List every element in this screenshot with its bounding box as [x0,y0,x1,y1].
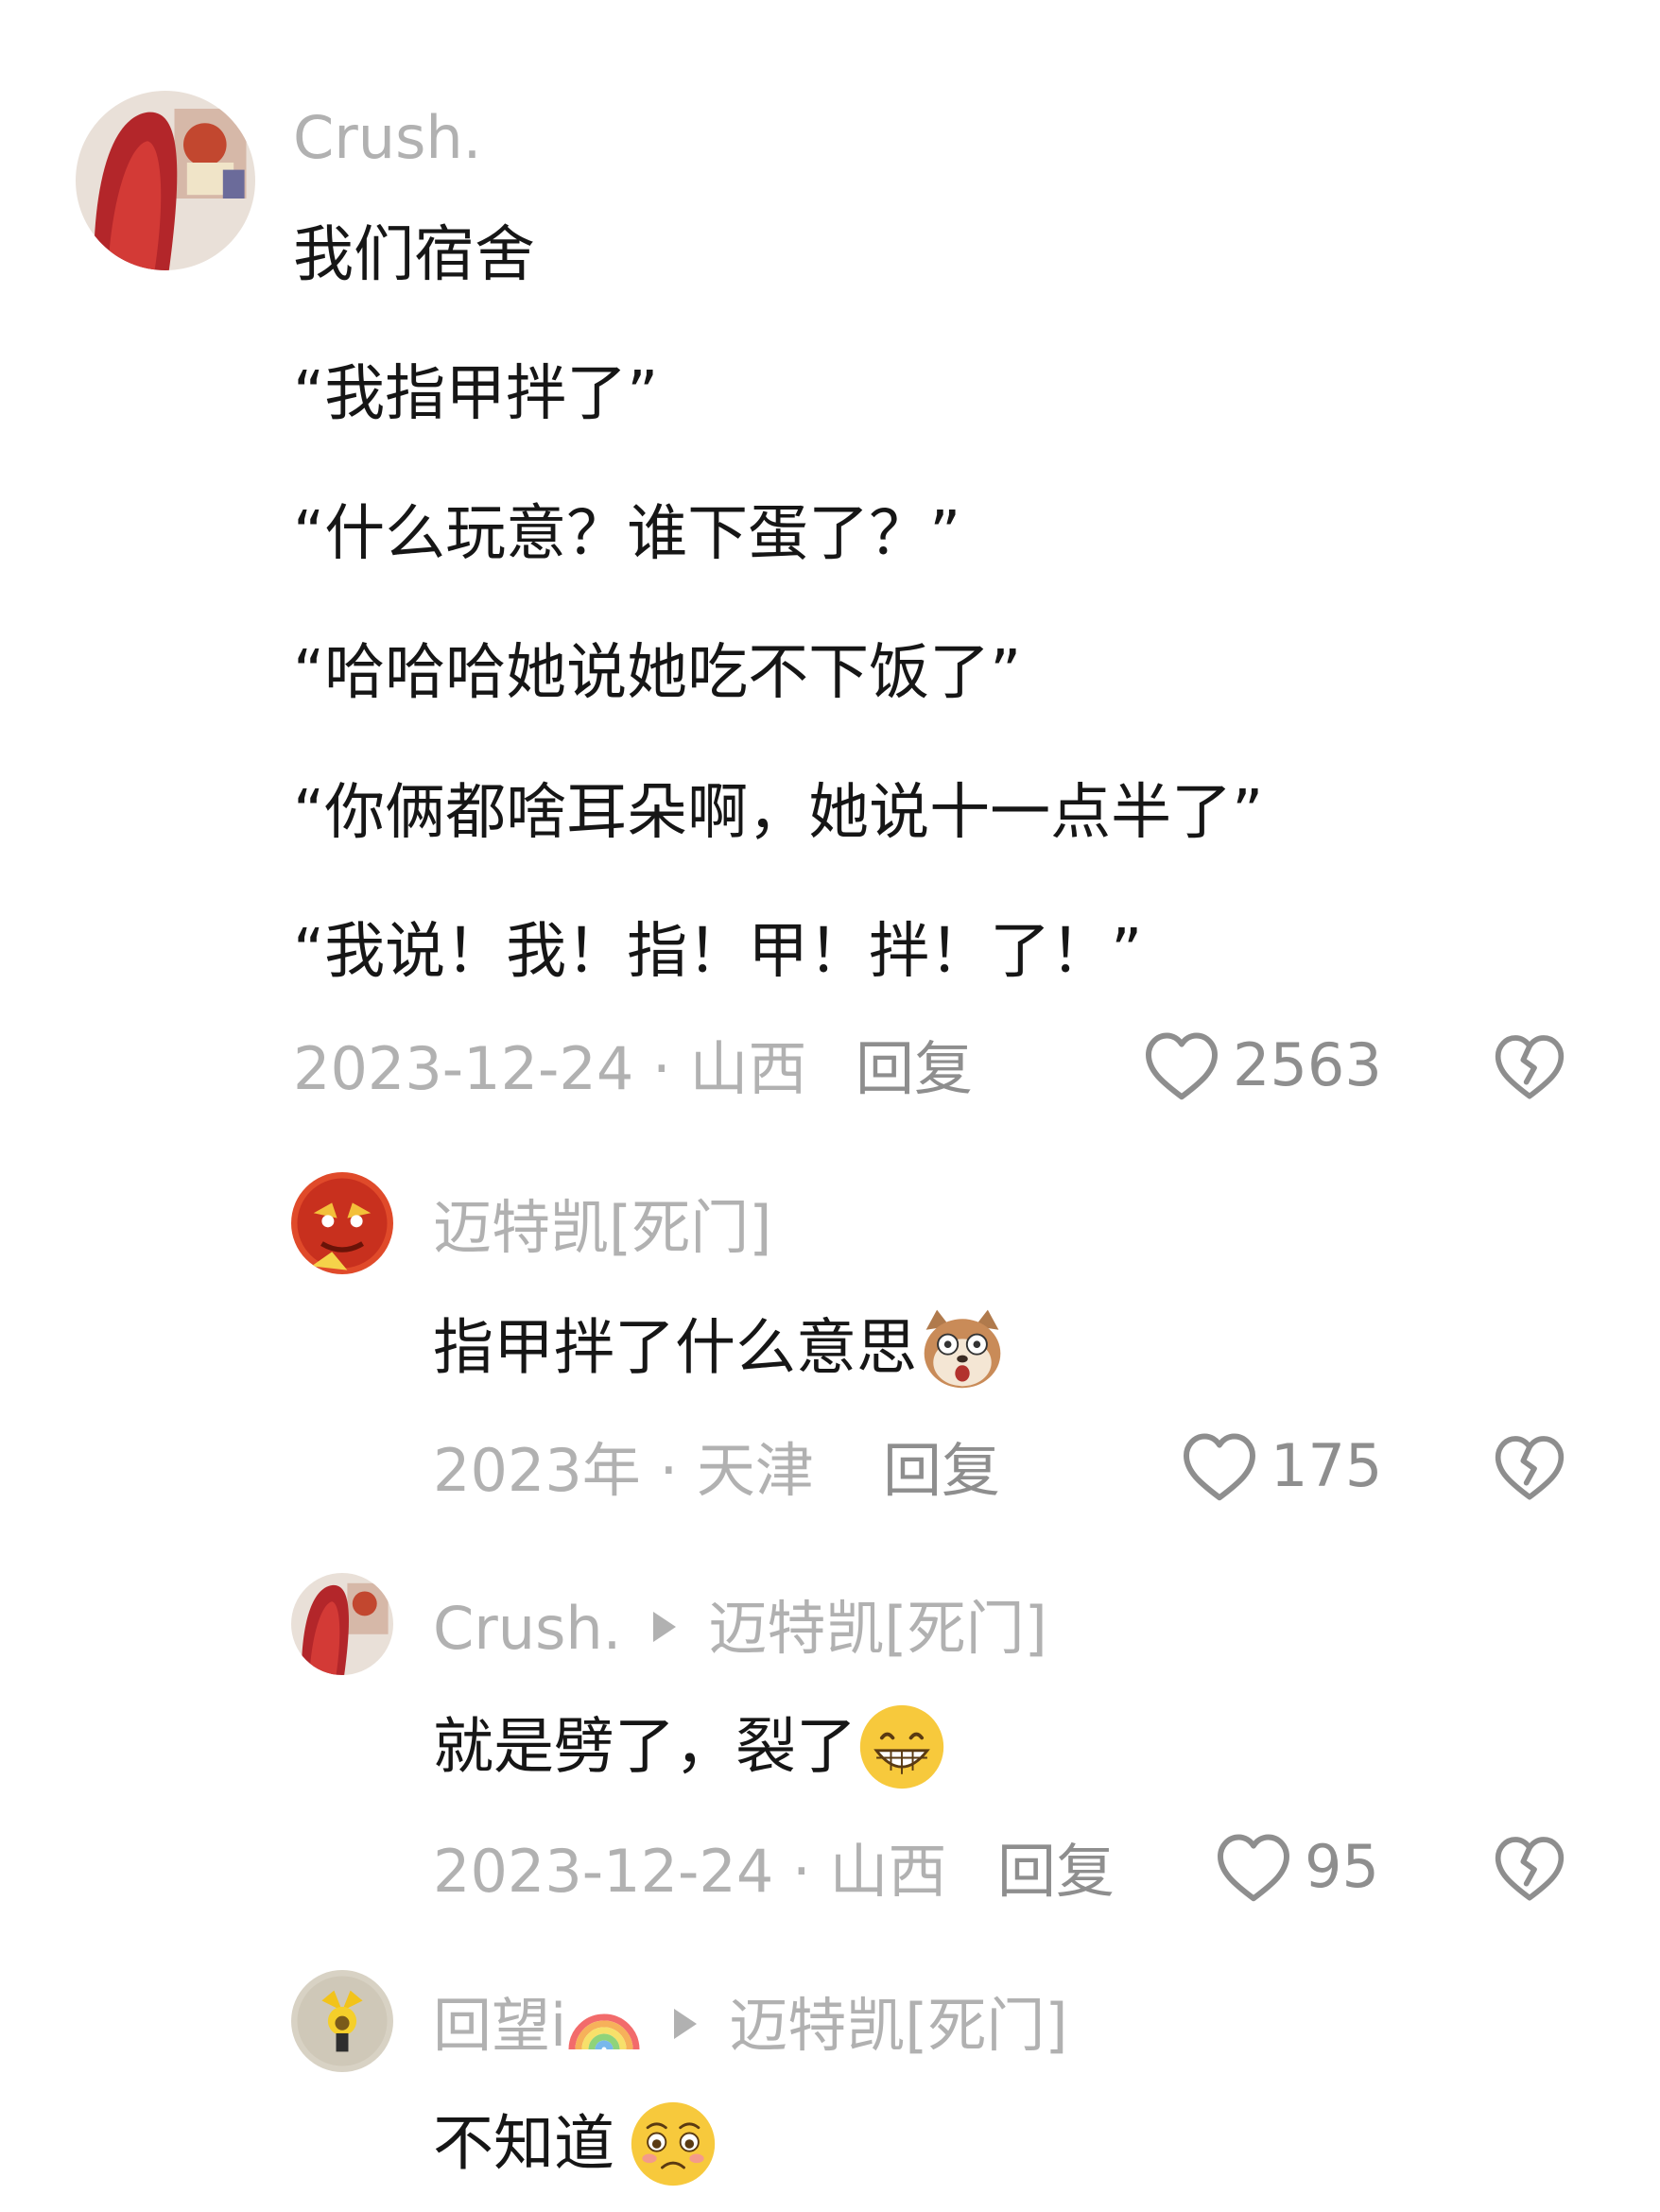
comment-main: Crush. 我们宿舍 “我指甲拌了” “什么玩意？谁下蛋了？” “哈哈哈她说她… [0,0,1660,1115]
avatar-image [291,1970,393,2072]
reply-username[interactable]: 迈特凯[死门] [433,1199,771,1257]
grin-emoji [856,1702,947,1792]
reply-username[interactable]: 回望i [433,1991,566,2060]
reply-button[interactable]: 回复 [856,1040,973,1098]
reply-arrow-icon [674,2008,698,2039]
heart-icon [1146,1032,1218,1100]
like-count: 175 [1271,1431,1383,1500]
pleading-emoji [628,2099,718,2189]
like-button[interactable]: 175 [1180,1429,1382,1503]
avatar[interactable] [291,1970,393,2072]
reply-item: 迈特凯[死门] 指甲拌了什么意思 2023年 · 天津 回复 175 [0,1172,1660,1512]
like-button[interactable]: 2563 [1142,1028,1382,1102]
avatar[interactable] [76,91,255,270]
avatar-image [291,1573,393,1675]
reply-to-username[interactable]: 迈特凯[死门] [729,1991,1067,2060]
reply-text-content: 不知道 [433,2109,614,2180]
dislike-button[interactable] [1492,1431,1567,1503]
comment-text-line: “哈哈哈她说她吃不下饭了” [293,638,1022,708]
reply-username-row: Crush. 迈特凯[死门] [433,1599,1047,1658]
reply-username[interactable]: Crush. [433,1594,621,1663]
broken-heart-icon [1495,1837,1565,1901]
comment-text-line: “什么玩意？谁下蛋了？” [293,499,961,569]
reply-to-username[interactable]: 迈特凯[死门] [708,1594,1046,1663]
broken-heart-icon [1495,1035,1565,1099]
reply-text: 不知道 [433,2099,718,2193]
broken-heart-icon [1495,1436,1565,1500]
reply-username-row: 回望i 迈特凯[死门] [433,1996,1068,2061]
like-count: 2563 [1233,1030,1382,1099]
comment-text-line: “你俩都啥耳朵啊，她说十一点半了” [293,778,1264,848]
reply-button[interactable]: 回复 [883,1442,1000,1500]
dog-face-emoji [917,1303,1008,1393]
comment-text-line: “我指甲拌了” [293,359,659,429]
reply-text: 指甲拌了什么意思 [433,1306,1008,1397]
like-button[interactable]: 95 [1214,1830,1379,1904]
reply-item: Crush. 迈特凯[死门] 就是劈了，裂了 2023-12-24 · 山西 回复… [0,1573,1660,1913]
comment-text-line: “我说！我！指！甲！拌！了！” [293,917,1143,987]
like-count: 95 [1305,1832,1379,1901]
heart-icon [1184,1433,1255,1501]
dislike-button[interactable] [1492,1832,1567,1904]
avatar-image [291,1172,393,1274]
reply-text: 就是劈了，裂了 [433,1702,947,1796]
comment-username[interactable]: Crush. [293,109,481,167]
rainbow-emoji [566,1993,642,2055]
reply-arrow-icon [653,1611,677,1642]
comment-date-location: 2023-12-24 · 山西 [293,1034,807,1103]
reply-item: 回望i 迈特凯[死门] 不知道 [0,1970,1660,2212]
dislike-button[interactable] [1492,1030,1567,1102]
reply-date-location: 2023年 · 天津 [433,1436,814,1505]
avatar[interactable] [291,1172,393,1274]
comment-text-line: 我们宿舍 [293,220,535,290]
reply-text-content: 就是劈了，裂了 [433,1712,856,1783]
avatar[interactable] [291,1573,393,1675]
heart-icon [1218,1834,1289,1902]
reply-date-location: 2023-12-24 · 山西 [433,1837,947,1906]
avatar-image [76,91,255,270]
reply-text-content: 指甲拌了什么意思 [433,1313,917,1384]
reply-button[interactable]: 回复 [997,1842,1115,1901]
